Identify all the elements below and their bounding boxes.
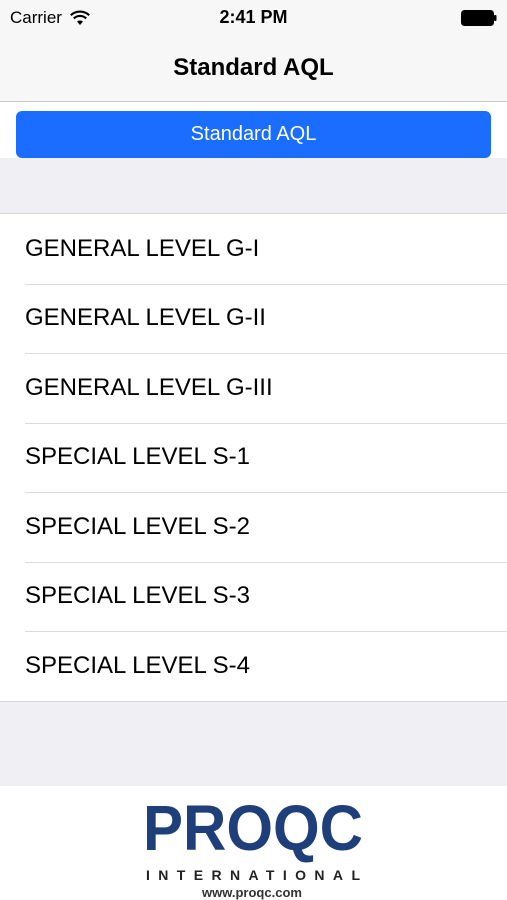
navigation-bar: Standard AQL — [0, 38, 507, 102]
action-area: Standard AQL — [0, 102, 507, 158]
logo-subtitle: INTERNATIONAL — [146, 867, 360, 883]
logo-wordmark: PROQC — [143, 792, 363, 864]
logo-website: www.proqc.com — [201, 885, 302, 900]
page-title: Standard AQL — [173, 54, 334, 81]
list-item-special-level-s-3[interactable]: SPECIAL LEVEL S-3 — [0, 561, 507, 632]
list-item-general-level-g-iii[interactable]: GENERAL LEVEL G-III — [0, 353, 507, 423]
footer: PROQC INTERNATIONAL www.proqc.com — [0, 786, 507, 900]
proqc-logo: PROQC INTERNATIONAL www.proqc.com — [143, 792, 363, 900]
list-item-special-level-s-1[interactable]: SPECIAL LEVEL S-1 — [0, 422, 507, 493]
list-item-special-level-s-4[interactable]: SPECIAL LEVEL S-4 — [0, 631, 507, 701]
battery-icon — [461, 10, 497, 26]
list-item-general-level-g-ii[interactable]: GENERAL LEVEL G-II — [0, 283, 507, 354]
status-bar: Carrier 2:41 PM — [0, 0, 507, 38]
list-item-general-level-g-i[interactable]: GENERAL LEVEL G-I — [0, 214, 507, 284]
status-time: 2:41 PM — [219, 7, 288, 27]
inspection-level-list: GENERAL LEVEL G-I GENERAL LEVEL G-II GEN… — [0, 213, 507, 702]
list-item-special-level-s-2[interactable]: SPECIAL LEVEL S-2 — [0, 492, 507, 562]
standard-aql-button[interactable]: Standard AQL — [16, 111, 491, 158]
